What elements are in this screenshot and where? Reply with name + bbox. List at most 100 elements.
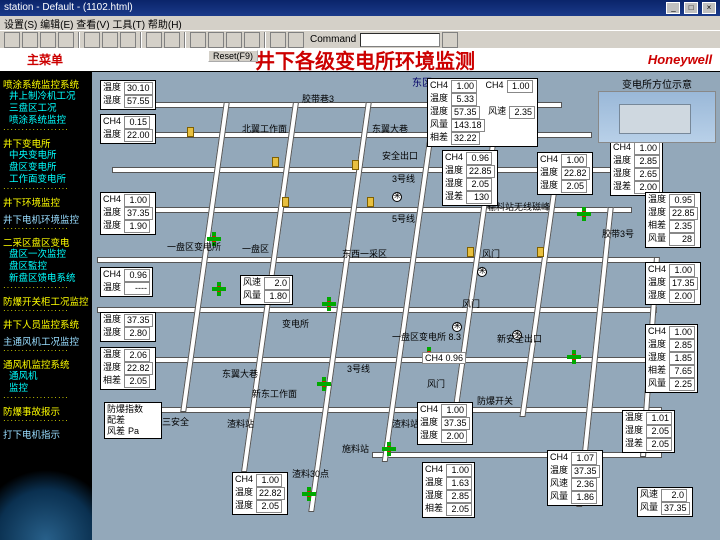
sidebar-group[interactable]: 井下变电所 bbox=[3, 136, 89, 150]
sidebar-item[interactable]: 盘区变电所 bbox=[9, 162, 89, 174]
sensor-box: CH40.96 温度---- bbox=[100, 267, 153, 297]
menubar[interactable]: 设置(S) 编辑(E) 查看(V) 工具(T) 帮助(H) bbox=[0, 16, 720, 30]
close-button[interactable]: × bbox=[702, 2, 716, 14]
sensor-box: CH40.15 温度22.00 bbox=[100, 114, 156, 144]
sensor-box: CH40.96 温度22.85 湿度2.05 湿差130 bbox=[442, 150, 498, 206]
road-label: 3号线 bbox=[392, 172, 415, 185]
road-label: 一盘区变电所 8.3 bbox=[392, 330, 461, 343]
banner: Reset(F9) 主菜单 井下各级变电所环境监测 Honeywell bbox=[0, 48, 720, 72]
window-buttons: _ □ × bbox=[665, 0, 716, 16]
station-icon[interactable] bbox=[577, 207, 591, 221]
door-icon bbox=[467, 247, 474, 257]
sensor-box: 风速2.0 风量37.35 bbox=[637, 487, 693, 517]
divider: ·················· bbox=[3, 418, 89, 424]
sidebar-item[interactable]: 三盘区工况 bbox=[9, 103, 89, 115]
station-icon[interactable] bbox=[302, 487, 316, 501]
sidebar-item[interactable]: 盘区一次监控 bbox=[9, 249, 89, 261]
road-label: 新安全出口 bbox=[497, 332, 542, 345]
road-label: 风门 bbox=[427, 377, 445, 390]
station-icon[interactable] bbox=[212, 282, 226, 296]
tool-btn[interactable] bbox=[58, 32, 74, 48]
fan-icon bbox=[477, 267, 487, 277]
divider: ·················· bbox=[3, 348, 89, 354]
tool-btn[interactable] bbox=[40, 32, 56, 48]
sensor-box: CH4 0.96 bbox=[422, 352, 466, 364]
door-icon bbox=[352, 160, 359, 170]
sensor-box: CH41.00 CH41.00 温度5.33 湿度57.35 风速2.35 风量… bbox=[427, 78, 538, 147]
sidebar-group[interactable]: 打下电机指示 bbox=[3, 427, 89, 441]
sensor-box: CH41.00 温度17.35 湿度2.00 bbox=[645, 262, 701, 305]
road-label: 新东工作面 bbox=[252, 387, 297, 400]
road bbox=[97, 307, 657, 313]
page-title: 井下各级变电所环境监测 bbox=[90, 45, 640, 74]
sidebar-item[interactable]: 中央变电所 bbox=[9, 150, 89, 162]
maximize-button[interactable]: □ bbox=[684, 2, 698, 14]
reset-button[interactable]: Reset(F9) bbox=[208, 50, 258, 62]
divider: ·················· bbox=[3, 127, 89, 133]
road-label: 北翼工作面 bbox=[242, 122, 287, 135]
sensor-box: CH41.00 温度22.82 湿度2.05 bbox=[232, 472, 288, 515]
road-label: 东翼大巷 bbox=[222, 367, 258, 380]
window-title: station - Default - (1102.html) bbox=[4, 0, 133, 16]
sidebar-group[interactable]: 通风机监控系统 bbox=[3, 357, 89, 371]
banner-menu[interactable]: 主菜单 bbox=[0, 51, 90, 68]
divider: ·················· bbox=[3, 395, 89, 401]
sidebar-item[interactable]: 监控 bbox=[9, 383, 89, 395]
door-icon bbox=[367, 197, 374, 207]
divider: ·················· bbox=[3, 308, 89, 314]
sensor-box: CH41.00 温度1.63 湿度2.85 相差2.05 bbox=[422, 462, 475, 518]
tool-btn[interactable] bbox=[4, 32, 20, 48]
sidebar-item[interactable]: 喷涂系统监控 bbox=[9, 115, 89, 127]
road-label: 胶带巷3 bbox=[302, 92, 334, 105]
road-label: 风门 bbox=[462, 297, 480, 310]
door-icon bbox=[187, 127, 194, 137]
station-icon[interactable] bbox=[322, 297, 336, 311]
map-canvas: 东区 bbox=[92, 72, 720, 540]
sidebar-decoration bbox=[0, 450, 92, 540]
sensor-box: CH41.00 温度22.82 湿度2.05 bbox=[537, 152, 593, 195]
road-label: 渣料站 bbox=[227, 417, 254, 430]
sidebar-item[interactable]: 盘区監控 bbox=[9, 261, 89, 273]
fan-icon bbox=[392, 192, 402, 202]
sidebar-item[interactable]: 通风机 bbox=[9, 371, 89, 383]
station-icon[interactable] bbox=[317, 377, 331, 391]
sidebar-group[interactable]: 井下环境监控 bbox=[3, 195, 89, 209]
road-label: 施料站 bbox=[342, 442, 369, 455]
sidebar-group[interactable]: 二采区盘区变电 bbox=[3, 235, 89, 249]
sidebar-group[interactable]: 井下电机环境监控 bbox=[3, 212, 89, 226]
divider: ·················· bbox=[3, 226, 89, 232]
door-icon bbox=[282, 197, 289, 207]
road-label: 安全出口 bbox=[382, 149, 418, 162]
road-label: 一盘区变电所 bbox=[167, 240, 221, 253]
door-icon bbox=[272, 157, 279, 167]
road-label: 渣料30点 bbox=[292, 467, 329, 480]
legend-image bbox=[598, 91, 716, 143]
station-icon[interactable] bbox=[382, 442, 396, 456]
road-label: 5号线 bbox=[392, 212, 415, 225]
station-icon[interactable] bbox=[567, 350, 581, 364]
sidebar-group[interactable]: 喷涂系统监控系统 bbox=[3, 77, 89, 91]
road-label: 防爆开关 bbox=[477, 394, 513, 407]
sidebar-group[interactable]: 防爆事故报示 bbox=[3, 404, 89, 418]
legend-area: 变电所方位示意 bbox=[598, 76, 716, 143]
sensor-box: CH41.07 温度37.35 风速2.36 风量1.86 bbox=[547, 450, 603, 506]
tool-btn[interactable] bbox=[22, 32, 38, 48]
road-label: 变电所 bbox=[282, 317, 309, 330]
minimize-button[interactable]: _ bbox=[666, 2, 680, 14]
sensor-box: CH41.00 温度37.35 湿度1.90 bbox=[100, 192, 156, 235]
road-label: 一盘区 bbox=[242, 242, 269, 255]
divider: ·················· bbox=[3, 186, 89, 192]
sensor-box: 防爆指数 配差 风差Pa bbox=[104, 402, 162, 439]
sensor-box: 温度2.06 湿度22.82 相差2.05 bbox=[100, 347, 156, 390]
sidebar-group[interactable]: 主通风机工况监控 bbox=[3, 334, 89, 348]
sensor-box: CH41.00 温度37.35 湿度2.00 bbox=[417, 402, 473, 445]
sidebar-item[interactable]: 井上制冷机工况 bbox=[9, 91, 89, 103]
sidebar-item[interactable]: 新盘区馈电系统 bbox=[9, 273, 89, 285]
separator bbox=[78, 32, 80, 48]
sidebar: 喷涂系统监控系统 井上制冷机工况 三盘区工况 喷涂系统监控 ··········… bbox=[0, 72, 92, 540]
sidebar-item[interactable]: 工作面变电所 bbox=[9, 174, 89, 186]
road-label: 三安全 bbox=[162, 415, 189, 428]
road-label: 东西一采区 bbox=[342, 247, 387, 260]
sidebar-group[interactable]: 防爆开关柜工况监控 bbox=[3, 294, 89, 308]
sidebar-group[interactable]: 井下人员监控系统 bbox=[3, 317, 89, 331]
